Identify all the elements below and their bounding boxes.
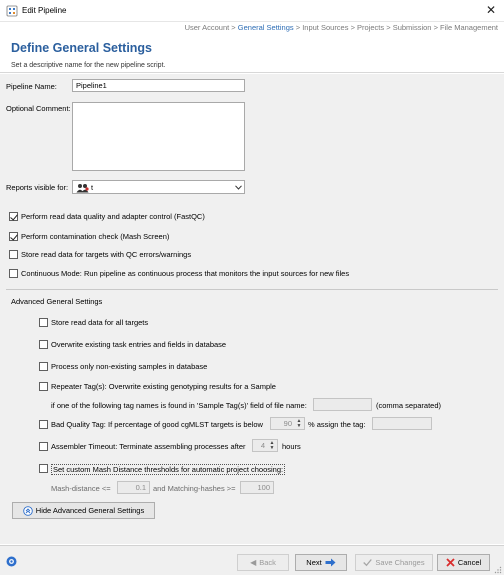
assembler-timeout-checkbox[interactable] <box>39 442 48 451</box>
save-icon <box>363 559 373 567</box>
pipeline-name-input[interactable]: Pipeline1 <box>72 79 245 92</box>
bad-quality-tag-checkbox[interactable] <box>39 420 48 429</box>
breadcrumb-submission[interactable]: Submission <box>393 23 432 32</box>
cancel-x-icon <box>446 558 455 567</box>
repeater-tag-detail: if one of the following tag names is fou… <box>51 401 307 410</box>
window-title: Edit Pipeline <box>22 6 67 15</box>
save-changes-label: Save Changes <box>375 558 425 567</box>
breadcrumb-separator: > <box>384 23 393 32</box>
back-label: Back <box>259 558 276 567</box>
spinner-arrows-icon[interactable]: ▲ ▼ <box>295 419 303 429</box>
next-arrow-icon <box>325 558 336 567</box>
bad-quality-tag-input[interactable] <box>372 417 432 430</box>
breadcrumb-file-management[interactable]: File Management <box>440 23 498 32</box>
breadcrumb-separator: > <box>293 23 303 32</box>
reports-visible-select[interactable]: t <box>72 180 245 194</box>
reports-visible-value: t <box>91 183 94 192</box>
back-button[interactable]: ◀ Back <box>237 554 289 571</box>
help-icon[interactable] <box>6 556 17 567</box>
breadcrumb-input-sources[interactable]: Input Sources <box>302 23 348 32</box>
bad-quality-tag-label: Bad Quality Tag: If percentage of good c… <box>51 420 263 429</box>
breadcrumb-separator: > <box>348 23 358 32</box>
bad-quality-percent-value: 90 <box>283 419 292 428</box>
section-divider <box>6 289 498 290</box>
collapse-up-icon <box>23 505 33 516</box>
breadcrumb-user-account[interactable]: User Account <box>185 23 230 32</box>
app-pipeline-icon <box>6 5 18 17</box>
process-non-existing-checkbox[interactable] <box>39 362 48 371</box>
bad-quality-percent-spinner[interactable]: 90 ▲ ▼ <box>270 417 305 430</box>
fastqc-label: Perform read data quality and adapter co… <box>21 212 205 221</box>
page-header: Define General Settings Set a descriptiv… <box>0 33 504 73</box>
assembler-timeout-label: Assembler Timeout: Terminate assembling … <box>51 442 246 451</box>
continuous-mode-checkbox[interactable] <box>9 269 18 278</box>
close-icon[interactable]: ✕ <box>486 3 496 17</box>
comma-separated-hint: (comma separated) <box>376 401 442 410</box>
chevron-down-icon <box>235 185 242 190</box>
mash-thresholds-label: Set custom Mash Distance thresholds for … <box>51 464 286 475</box>
next-label: Next <box>306 558 322 567</box>
breadcrumb-separator: > <box>229 23 238 32</box>
hours-label: hours <box>282 442 301 451</box>
cancel-label: Cancel <box>457 558 482 567</box>
hide-advanced-settings-label: Hide Advanced General Settings <box>35 506 145 515</box>
next-button[interactable]: Next <box>295 554 347 571</box>
page-title: Define General Settings <box>11 41 153 55</box>
resize-grip-icon[interactable] <box>494 566 502 574</box>
advanced-section-title: Advanced General Settings <box>11 297 103 306</box>
assign-tag-label: % assign the tag: <box>308 420 366 429</box>
assembler-timeout-value: 4 <box>260 441 265 450</box>
wizard-footer: ◀ Back Next Save Changes Cancel <box>0 545 504 575</box>
store-qc-errors-checkbox[interactable] <box>9 250 18 259</box>
breadcrumb-separator: > <box>431 23 441 32</box>
overwrite-tasks-checkbox[interactable] <box>39 340 48 349</box>
repeater-tag-input[interactable] <box>313 398 372 411</box>
breadcrumb-general-settings[interactable]: General Settings <box>238 23 294 32</box>
hide-advanced-settings-button[interactable]: Hide Advanced General Settings <box>12 502 155 519</box>
process-non-existing-label: Process only non-existing samples in dat… <box>51 362 208 371</box>
mash-screen-label: Perform contamination check (Mash Screen… <box>21 232 170 241</box>
back-arrow-icon: ◀ <box>250 558 257 567</box>
user-group-icon <box>76 184 89 193</box>
mash-distance-input[interactable]: 0.1 <box>117 481 150 494</box>
reports-visible-label: Reports visible for: <box>6 183 69 192</box>
save-changes-button[interactable]: Save Changes <box>355 554 433 571</box>
mash-screen-checkbox[interactable] <box>9 232 18 241</box>
store-all-read-data-checkbox[interactable] <box>39 318 48 327</box>
optional-comment-label: Optional Comment: <box>6 104 71 113</box>
pipeline-name-label: Pipeline Name: <box>6 82 57 91</box>
breadcrumb: User Account > General Settings > Input … <box>185 23 498 32</box>
store-qc-errors-label: Store read data for targets with QC erro… <box>21 250 192 259</box>
breadcrumb-projects[interactable]: Projects <box>357 23 384 32</box>
matching-hashes-input[interactable]: 100 <box>240 481 274 494</box>
store-all-read-data-label: Store read data for all targets <box>51 318 149 327</box>
repeater-tag-label: Repeater Tag(s): Overwrite existing geno… <box>51 382 276 391</box>
overwrite-tasks-label: Overwrite existing task entries and fiel… <box>51 340 227 349</box>
window-titlebar: Edit Pipeline ✕ <box>0 0 504 22</box>
mash-thresholds-checkbox[interactable] <box>39 464 48 473</box>
fastqc-checkbox[interactable] <box>9 212 18 221</box>
spinner-arrows-icon[interactable]: ▲ ▼ <box>268 441 276 451</box>
matching-hashes-label: and Matching-hashes >= <box>153 484 236 493</box>
optional-comment-textarea[interactable] <box>72 102 245 171</box>
mash-distance-label: Mash-distance <= <box>51 484 111 493</box>
settings-panel: Pipeline Name: Pipeline1 Optional Commen… <box>0 74 504 544</box>
continuous-mode-label: Continuous Mode: Run pipeline as continu… <box>21 269 350 278</box>
repeater-tag-checkbox[interactable] <box>39 382 48 391</box>
page-subtitle: Set a descriptive name for the new pipel… <box>11 62 166 69</box>
assembler-timeout-spinner[interactable]: 4 ▲ ▼ <box>252 439 278 452</box>
cancel-button[interactable]: Cancel <box>437 554 490 571</box>
